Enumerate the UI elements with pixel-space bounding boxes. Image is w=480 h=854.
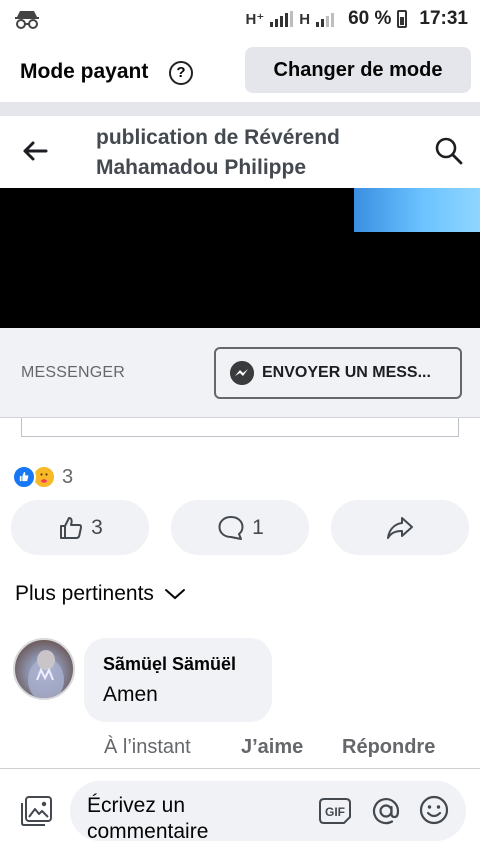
send-message-label: ENVOYER UN MESS... — [262, 364, 431, 381]
post-header: publication de Révérend Mahamadou Philip… — [0, 116, 480, 188]
comment-sort-dropdown[interactable]: Plus pertinents — [15, 582, 186, 606]
status-indicators: H⁺ H 60 % 17:31 — [245, 8, 468, 30]
chevron-down-icon — [164, 589, 185, 600]
change-mode-button[interactable]: Changer de mode — [245, 47, 471, 93]
network-type-2: H — [299, 10, 311, 28]
reactions-summary[interactable]: 3 — [12, 464, 73, 490]
comment-count: 1 — [252, 515, 264, 539]
comment-placeholder: Écrivez un commentaire — [87, 794, 209, 841]
reaction-count: 3 — [62, 465, 74, 488]
like-reaction-icon — [12, 465, 36, 489]
signal-strength-2-icon — [316, 11, 335, 27]
help-icon[interactable]: ? — [169, 61, 193, 85]
messenger-label: MESSENGER — [21, 364, 126, 381]
comment-button[interactable]: 1 — [171, 500, 309, 555]
photo-icon[interactable] — [19, 795, 53, 827]
comment-text: Amen — [103, 683, 158, 706]
search-icon[interactable] — [434, 136, 464, 166]
comment-composer: Écrivez un commentaire GIF — [0, 769, 480, 854]
share-icon — [387, 516, 413, 539]
messenger-cta: MESSENGER ENVOYER UN MESS... — [0, 328, 480, 418]
comment-input[interactable]: Écrivez un commentaire GIF — [70, 781, 466, 841]
post-frame-edge — [21, 418, 459, 437]
back-arrow-icon[interactable] — [20, 136, 50, 166]
comment-reply-link[interactable]: Répondre — [342, 736, 435, 759]
post-video[interactable] — [0, 188, 480, 328]
gif-icon[interactable]: GIF — [318, 797, 352, 825]
incognito-icon — [15, 11, 39, 29]
battery-percent: 60 % — [348, 8, 392, 29]
comment-author[interactable]: Sãmüẹl Sämüël — [103, 654, 236, 675]
section-divider — [0, 102, 480, 116]
at-mention-icon[interactable] — [370, 795, 402, 827]
like-button[interactable]: 3 — [11, 500, 149, 555]
comment-timestamp: À l’instant — [104, 736, 191, 758]
status-bar: H⁺ H 60 % 17:31 — [0, 0, 480, 38]
page-title: publication de Révérend Mahamadou Philip… — [96, 126, 340, 179]
battery-icon — [397, 10, 408, 28]
sort-label: Plus pertinents — [15, 582, 154, 605]
signal-strength-1-icon — [270, 11, 294, 27]
network-type-1: H⁺ — [245, 11, 265, 28]
avatar[interactable] — [13, 638, 75, 700]
clock: 17:31 — [419, 8, 468, 29]
share-button[interactable] — [331, 500, 469, 555]
like-count: 3 — [91, 515, 103, 539]
messenger-icon — [230, 361, 254, 385]
emoji-icon[interactable] — [418, 794, 450, 826]
video-frame-highlight — [354, 188, 480, 232]
comment-like-link[interactable]: J’aime — [241, 736, 303, 759]
avatar-photo — [28, 650, 64, 698]
mode-label: Mode payant — [20, 60, 149, 83]
thumbs-up-icon — [60, 516, 83, 539]
comment-icon — [218, 515, 244, 540]
gif-label: GIF — [325, 805, 345, 819]
comment-bubble[interactable]: Sãmüẹl Sämüël Amen — [84, 638, 272, 722]
send-message-button[interactable]: ENVOYER UN MESS... — [214, 347, 462, 399]
